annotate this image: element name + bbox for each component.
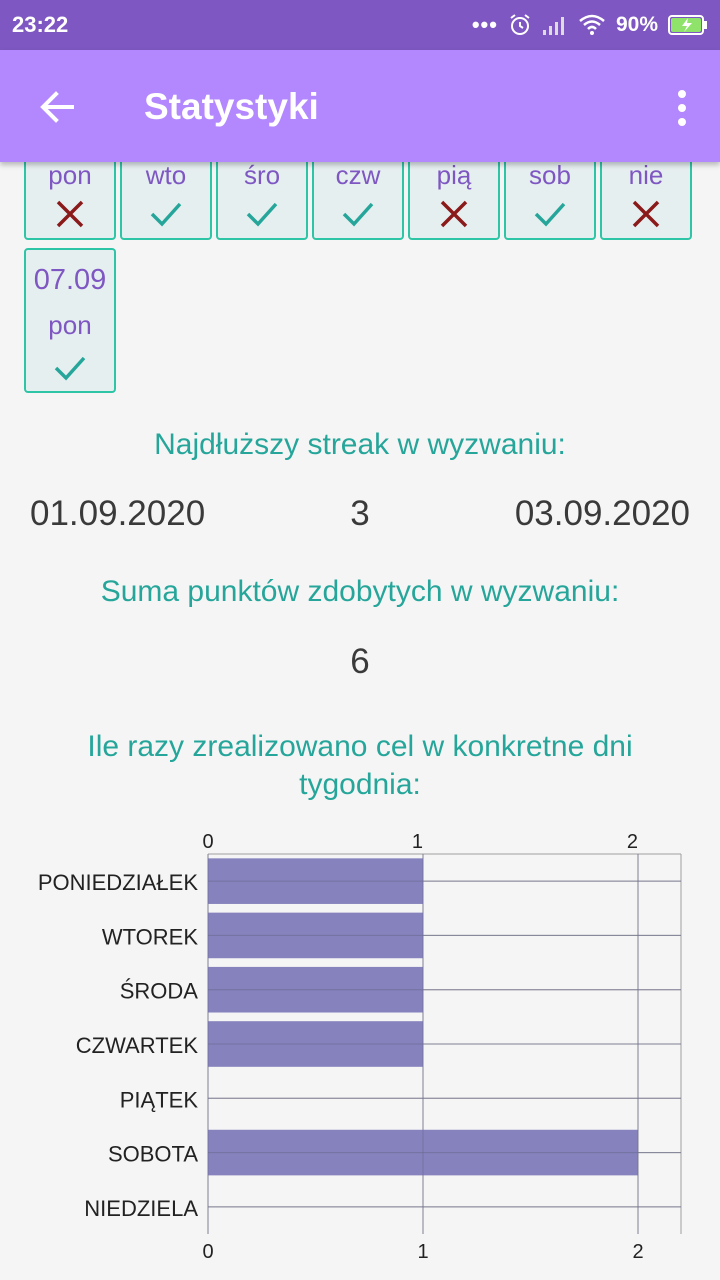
day-label: nie (628, 160, 664, 190)
weekday-chart-title-line1: Ile razy zrealizowano cel w konkretne dn… (87, 730, 633, 763)
signal-icon (542, 17, 564, 35)
back-arrow-icon[interactable] (36, 86, 78, 128)
points-title: Suma punktów zdobytych w wyzwaniu: (100, 575, 620, 608)
category-label: SOBOTA (108, 1142, 198, 1167)
status-icons: ••• 90% (472, 12, 708, 38)
streak-title: Najdłuższy streak w wyzwaniu: (154, 428, 566, 461)
day-date: 07.09 (33, 264, 107, 296)
day-label: sob (529, 160, 571, 190)
day-label: pon (48, 310, 92, 340)
wifi-icon (579, 14, 605, 35)
category-label: ŚRODA (120, 979, 199, 1004)
category-label: PONIEDZIAŁEK (38, 870, 198, 895)
x-tick-label-top: 2 (627, 831, 638, 853)
category-label: CZWARTEK (76, 1033, 199, 1058)
points-value: 6 (350, 642, 370, 681)
cross-icon (440, 200, 468, 228)
battery-charging-icon (668, 15, 707, 35)
category-label: NIEDZIELA (84, 1196, 198, 1221)
overflow-menu-icon[interactable] (672, 88, 692, 128)
more-notifications-icon: ••• (471, 12, 498, 37)
category-label: PIĄTEK (120, 1087, 199, 1112)
page-title: Statystyki (144, 86, 319, 127)
streak-end-date: 03.09.2020 (514, 494, 690, 533)
status-bar: 23:22 ••• 90% (0, 0, 720, 50)
battery-percent: 90% (615, 13, 658, 36)
x-tick-label-top: 1 (412, 831, 423, 853)
check-icon (534, 202, 566, 227)
day-label: wto (145, 160, 187, 190)
check-icon (342, 202, 374, 227)
cross-icon (56, 200, 84, 228)
x-tick-label-bottom: 2 (632, 1241, 643, 1260)
status-time: 23:22 (12, 12, 69, 37)
check-icon (54, 356, 86, 381)
day-card-extra[interactable]: 07.09 pon (24, 248, 116, 393)
category-label: WTOREK (102, 924, 198, 949)
cross-icon (632, 200, 660, 228)
check-icon (246, 202, 278, 227)
x-tick-label-top: 0 (202, 831, 213, 853)
alarm-icon (510, 14, 530, 35)
day-label: śro (243, 160, 281, 190)
x-tick-label-bottom: 1 (417, 1241, 428, 1260)
day-label: czw (335, 160, 381, 190)
day-label: pią (436, 160, 472, 190)
app-bar: Statystyki (0, 50, 720, 162)
day-label: pon (48, 160, 92, 190)
check-icon (150, 202, 182, 227)
x-tick-label-bottom: 0 (202, 1241, 213, 1260)
weekday-chart-title-line2: tygodnia: (299, 768, 421, 801)
weekday-bar-chart: PONIEDZIAŁEK WTOREK ŚRODA CZWARTEK PIĄTEK SOB… (38, 831, 682, 1260)
